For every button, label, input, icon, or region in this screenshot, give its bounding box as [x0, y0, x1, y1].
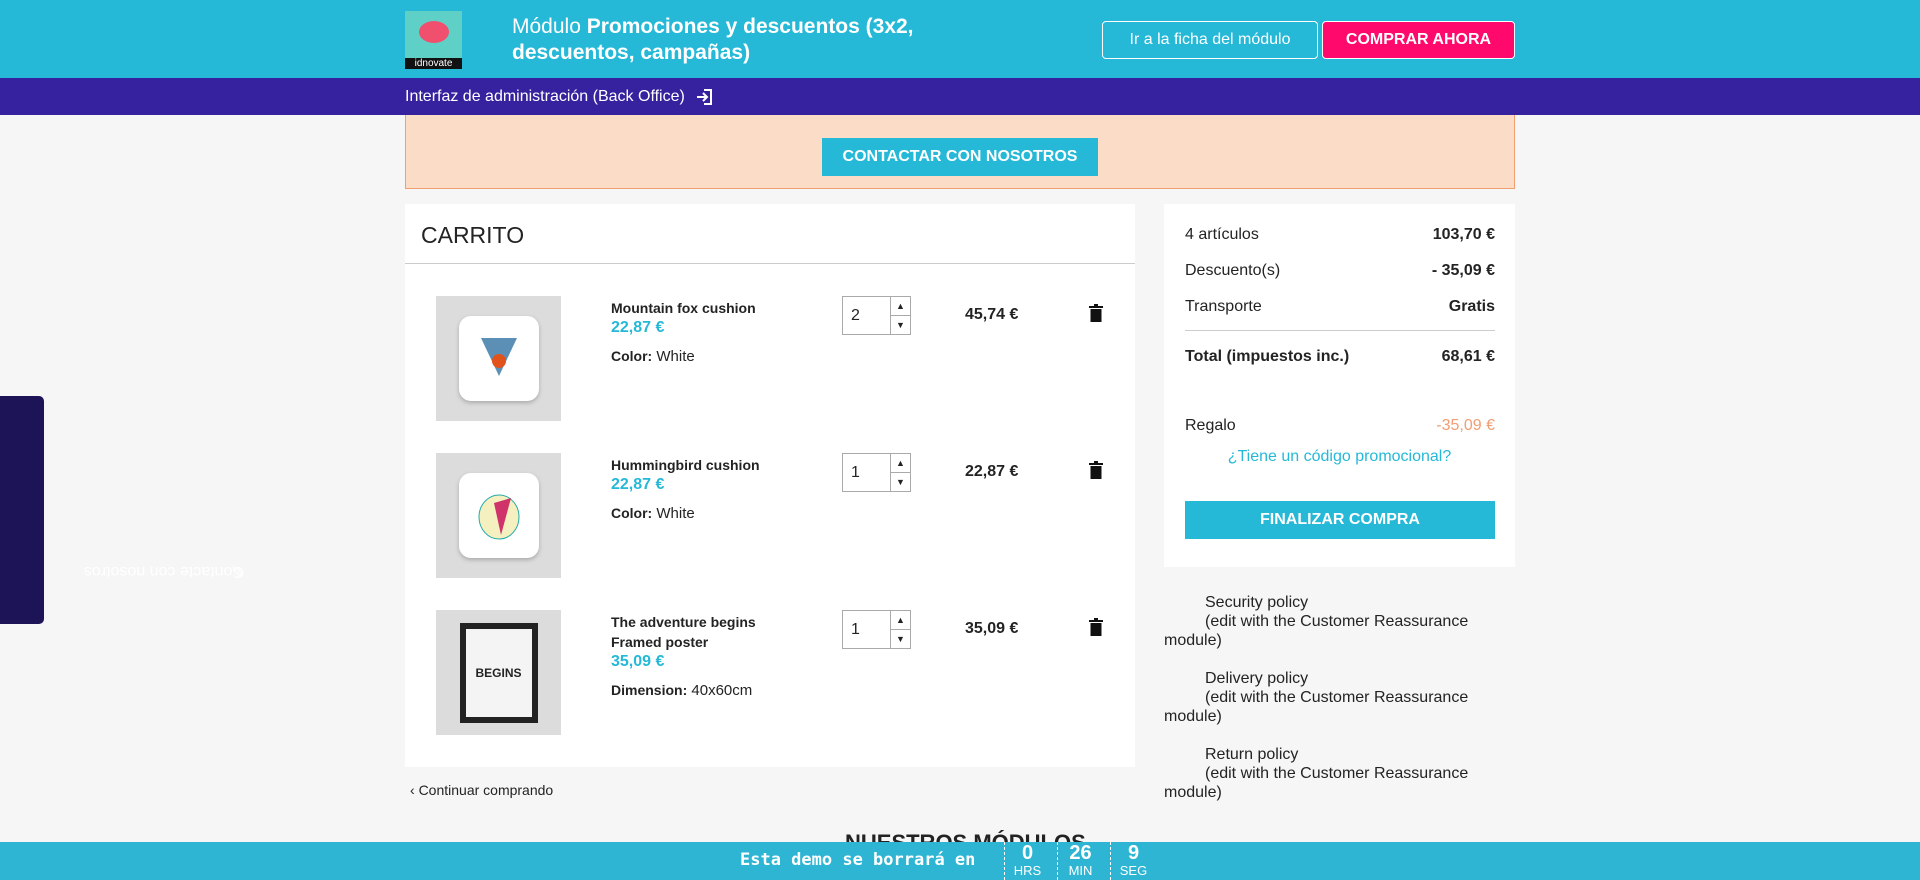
line-total: 22,87 €	[965, 463, 1019, 480]
module-title: Módulo Promociones y descuentos (3x2, de…	[512, 15, 914, 64]
divider	[1185, 330, 1495, 331]
decrement-icon[interactable]: ▼	[891, 315, 910, 334]
contact-side-tab[interactable]: ✎ Contacte con nosotros	[0, 396, 244, 624]
increment-icon[interactable]: ▲	[891, 454, 910, 472]
delete-icon[interactable]	[1089, 304, 1103, 322]
line-total: 35,09 €	[965, 620, 1019, 637]
sign-in-icon	[696, 88, 712, 105]
product-name[interactable]: The adventure begins Framed poster	[611, 612, 781, 652]
reassurance-return: Return policy (edit with the Customer Rea…	[1164, 746, 1469, 801]
top-header	[0, 0, 1920, 78]
quantity-stepper[interactable]: 2 ▲ ▼	[842, 296, 911, 335]
increment-icon[interactable]: ▲	[891, 297, 910, 315]
product-image[interactable]	[436, 296, 561, 421]
quantity-stepper[interactable]: 1 ▲ ▼	[842, 453, 911, 492]
piggy-bank-icon	[419, 21, 449, 43]
cart-summary: 4 artículos 103,70 € Descuento(s) - 35,09 …	[1164, 204, 1515, 567]
product-name[interactable]: Mountain fox cushion	[611, 298, 781, 318]
delete-icon[interactable]	[1089, 461, 1103, 479]
product-image[interactable]	[436, 453, 561, 578]
demo-countdown-bar: Esta demo se borrará en 0 HRS 26 MIN 9 SEG	[0, 842, 1920, 880]
idnovate-logo[interactable]: idnovate	[405, 11, 462, 69]
cart-title: CARRITO	[405, 204, 1135, 264]
reassurance-delivery: Delivery policy (edit with the Customer R…	[1164, 670, 1469, 725]
decrement-icon[interactable]: ▼	[891, 472, 910, 491]
unit-price: 22,87 €	[611, 319, 665, 336]
reassurance-security: Security policy (edit with the Customer R…	[1164, 594, 1469, 649]
chevron-left-icon: ‹	[410, 782, 419, 798]
contact-us-button[interactable]: CONTACTAR CON NOSOTROS	[822, 138, 1098, 176]
promo-code-link[interactable]: ¿Tiene un código promocional?	[1164, 448, 1515, 466]
unit-price: 35,09 €	[611, 653, 665, 670]
checkout-button[interactable]: FINALIZAR COMPRA	[1185, 501, 1495, 539]
cart-item: Mountain fox cushion 22,87 € Color: White …	[405, 296, 1135, 422]
quantity-stepper[interactable]: 1 ▲ ▼	[842, 610, 911, 649]
product-name[interactable]: Hummingbird cushion	[611, 455, 781, 475]
buy-now-button[interactable]: COMPRAR AHORA	[1322, 21, 1515, 59]
module-page-button[interactable]: Ir a la ficha del módulo	[1102, 21, 1318, 59]
decrement-icon[interactable]: ▼	[891, 629, 910, 648]
increment-icon[interactable]: ▲	[891, 611, 910, 629]
cart-item: BEGINS The adventure begins Framed poste…	[405, 610, 1135, 736]
unit-price: 22,87 €	[611, 476, 665, 493]
backoffice-link[interactable]: Interfaz de administración (Back Office)	[0, 78, 1920, 115]
cart-item: Hummingbird cushion 22,87 € Color: White 1…	[405, 453, 1135, 579]
continue-shopping-link[interactable]: ‹ Continuar comprando	[410, 782, 553, 798]
product-image[interactable]: BEGINS	[436, 610, 561, 735]
delete-icon[interactable]	[1089, 618, 1103, 636]
line-total: 45,74 €	[965, 306, 1019, 323]
cart-panel: CARRITO Mountain fox cushion 22,87 € Color…	[405, 204, 1135, 767]
